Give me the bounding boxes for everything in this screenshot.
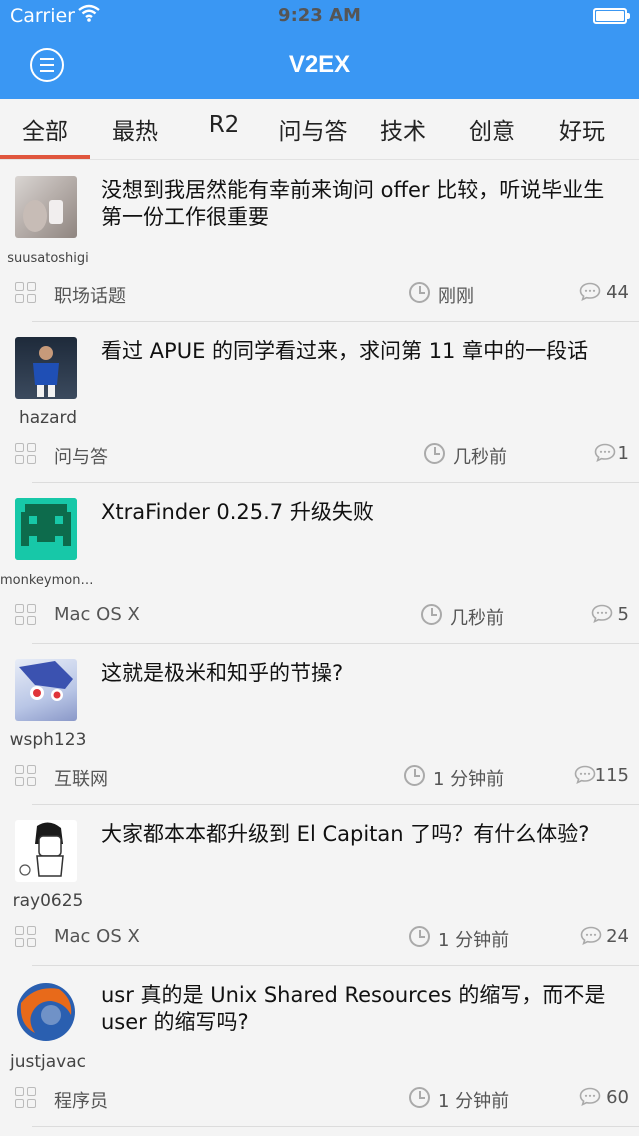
time-label: 刚刚 [438,286,474,307]
status-bar: Carrier 9:23 AM [0,0,639,34]
username[interactable]: wsph123 [0,730,96,750]
node-label[interactable]: 职场话题 [54,282,126,308]
reply-count: 24 [606,926,629,947]
clock-icon [409,1087,430,1108]
avatar[interactable] [15,498,77,560]
node-icon [15,282,37,304]
username[interactable]: ray0625 [0,891,96,911]
node-icon [15,604,37,626]
topic-list: suusatoshigi 没想到我居然能有幸前来询问 offer 比较，听说毕业… [0,161,639,1127]
node-label[interactable]: 程序员 [54,1087,108,1113]
topic-row[interactable]: monkeymonk… XtraFinder 0.25.7 升级失败 Mac O… [0,483,639,644]
tab-all[interactable]: 全部 [0,112,90,146]
avatar[interactable] [15,337,77,399]
username[interactable]: monkeymonk… [0,573,96,588]
reply-count: 60 [606,1087,629,1108]
page-title: V2EX [288,51,351,78]
topic-row[interactable]: justjavac usr 真的是 Unix Shared Resources … [0,966,639,1127]
tab-r2[interactable]: R2 [179,112,269,138]
node-label[interactable]: Mac OS X [54,926,140,947]
topic-row[interactable]: suusatoshigi 没想到我居然能有幸前来询问 offer 比较，听说毕业… [0,161,639,322]
topic-title[interactable]: 看过 APUE 的同学看过来，求问第 11 章中的一段话 [101,338,621,365]
node-icon [15,1087,37,1109]
tab-tech[interactable]: 技术 [358,112,448,146]
reply-count: 1 [617,443,629,464]
topic-title[interactable]: 没想到我居然能有幸前来询问 offer 比较，听说毕业生第一份工作很重要 [101,177,621,231]
topic-title[interactable]: 大家都本本都升级到 El Capitan 了吗？有什么体验? [101,821,621,848]
reply-count: 5 [617,604,629,625]
time-label: 几秒前 [453,447,507,468]
time-label: 1 分钟前 [433,769,505,790]
comment-icon [591,604,613,623]
clock-icon [409,282,430,303]
reply-count: 115 [594,765,629,786]
node-icon [15,443,37,465]
tab-indicator [0,155,90,159]
avatar[interactable] [15,176,77,238]
topic-title[interactable]: XtraFinder 0.25.7 升级失败 [101,499,621,526]
avatar[interactable] [15,659,77,721]
battery-icon [593,8,630,24]
comment-icon [579,1087,601,1106]
time-label: 几秒前 [450,608,504,629]
tab-qna[interactable]: 问与答 [268,112,358,146]
comment-icon [574,765,596,784]
tab-hot[interactable]: 最热 [90,112,180,146]
topic-title[interactable]: usr 真的是 Unix Shared Resources 的缩写，而不是 us… [101,982,621,1036]
reply-count: 44 [606,282,629,303]
comment-icon [580,926,602,945]
username[interactable]: suusatoshigi [0,251,96,266]
avatar[interactable] [15,820,77,882]
clock: 9:23 AM [278,5,361,26]
clock-icon [421,604,442,625]
node-label[interactable]: 互联网 [54,765,108,791]
node-label[interactable]: Mac OS X [54,604,140,625]
username[interactable]: hazard [0,408,96,428]
node-icon [15,926,37,948]
topic-title[interactable]: 这就是极米和知乎的节操? [101,660,621,687]
comment-icon [594,443,616,462]
time-label: 1 分钟前 [438,930,510,951]
node-label[interactable]: 问与答 [54,443,108,469]
clock-icon [409,926,430,947]
nav-bar: V2EX [0,34,639,99]
avatar[interactable] [15,981,77,1043]
topic-row[interactable]: wsph123 这就是极米和知乎的节操? 互联网 1 分钟前 115 [0,644,639,805]
topic-row[interactable]: hazard 看过 APUE 的同学看过来，求问第 11 章中的一段话 问与答 … [0,322,639,483]
tab-fun[interactable]: 好玩 [537,112,627,146]
clock-icon [404,765,425,786]
tab-creative[interactable]: 创意 [447,112,537,146]
node-icon [15,765,37,787]
comment-icon [579,282,601,301]
topic-row[interactable]: ray0625 大家都本本都升级到 El Capitan 了吗？有什么体验? M… [0,805,639,966]
clock-icon [424,443,445,464]
time-label: 1 分钟前 [438,1091,510,1112]
username[interactable]: justjavac [0,1052,96,1072]
tab-bar: 全部 最热 R2 问与答 技术 创意 好玩 [0,99,639,160]
